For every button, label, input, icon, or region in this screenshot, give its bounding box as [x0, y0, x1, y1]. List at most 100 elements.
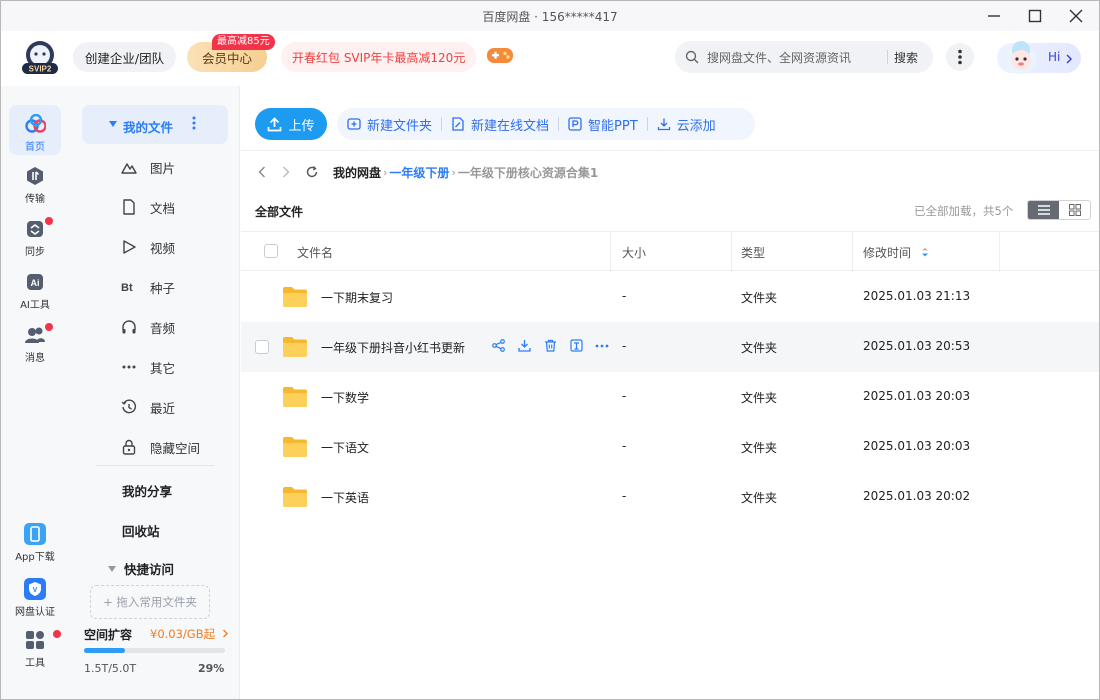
nav-item-my-files[interactable]: 我的文件: [82, 105, 228, 144]
cloud-add-button[interactable]: 云添加: [657, 115, 716, 134]
verify-icon: V: [24, 578, 46, 600]
svg-text:Bt: Bt: [121, 282, 133, 294]
rail-item-ai-tools[interactable]: Ai AI工具: [9, 263, 61, 313]
game-icon[interactable]: [486, 45, 514, 69]
file-modified: 2025.01.03 20:03: [863, 389, 971, 403]
nav-item-recycle-bin[interactable]: 回收站: [122, 521, 160, 540]
search-button[interactable]: 搜索: [894, 49, 918, 66]
nav-item-audio[interactable]: 音频: [120, 315, 175, 339]
trash-icon: [544, 339, 556, 352]
back-arrow-icon[interactable]: [257, 166, 267, 178]
drop-folder-zone[interactable]: + 拖入常用文件夹: [90, 585, 210, 619]
smart-ppt-button[interactable]: 智能PPT: [568, 115, 638, 134]
column-divider[interactable]: [610, 232, 611, 272]
column-type[interactable]: 类型: [741, 244, 765, 261]
nav-item-other[interactable]: 其它: [120, 355, 175, 379]
breadcrumb-parent[interactable]: 一年级下册: [389, 164, 449, 181]
table-row[interactable]: 一年级下册抖音小红书更新 - 文件夹 2025.01.03 20:53: [241, 322, 1099, 372]
share-button[interactable]: [485, 339, 511, 352]
svg-text:V: V: [33, 587, 38, 594]
table-row[interactable]: 一下数学 - 文件夹 2025.01.03 20:03: [241, 372, 1099, 422]
file-type: 文件夹: [741, 441, 778, 455]
delete-button[interactable]: [537, 339, 563, 352]
sort-icon[interactable]: [921, 246, 929, 258]
file-name[interactable]: 一下期末复习: [321, 289, 393, 306]
chevron-right-icon: [1066, 54, 1073, 64]
nav-item-my-share[interactable]: 我的分享: [122, 481, 172, 500]
table-row[interactable]: 一下英语 - 文件夹 2025.01.03 20:02: [241, 472, 1099, 522]
nav-item-images[interactable]: 图片: [120, 155, 175, 179]
nav-item-videos[interactable]: 视频: [120, 235, 175, 259]
nav-divider: [96, 465, 214, 466]
rename-button[interactable]: [563, 339, 589, 352]
download-button[interactable]: [511, 339, 537, 352]
column-divider[interactable]: [731, 232, 732, 272]
toolbar-divider: [441, 117, 443, 131]
table-row[interactable]: 一下期末复习 - 文件夹 2025.01.03 21:13: [241, 272, 1099, 322]
column-divider[interactable]: [999, 232, 1000, 272]
document-icon: [120, 198, 138, 216]
refresh-icon[interactable]: [305, 165, 319, 179]
rail-item-tools[interactable]: 工具: [9, 621, 61, 671]
file-name[interactable]: 一年级下册抖音小红书更新: [321, 339, 465, 356]
torrent-icon: Bt: [120, 278, 138, 296]
svip-avatar[interactable]: SVIP2: [19, 39, 61, 75]
file-category-nav: 我的文件 图片 文档 视频 Bt 种子 音频 其它 最近 隐藏空间 我的分享 回…: [70, 86, 240, 699]
rail-label: 首页: [25, 142, 45, 153]
column-modified[interactable]: 修改时间: [863, 244, 911, 261]
storage-price-link[interactable]: ¥0.03/GB起: [150, 626, 229, 642]
select-all-checkbox[interactable]: [264, 244, 278, 258]
file-name[interactable]: 一下数学: [321, 389, 369, 406]
rail-item-verify[interactable]: V 网盘认证: [9, 570, 61, 620]
chevron-right-icon: [222, 629, 228, 638]
user-profile-button[interactable]: Hi: [997, 41, 1081, 74]
quick-access-toggle[interactable]: 快捷访问: [108, 559, 174, 578]
nav-item-torrents[interactable]: Bt 种子: [120, 275, 175, 299]
nav-item-documents[interactable]: 文档: [120, 195, 175, 219]
svg-text:Ai: Ai: [31, 278, 40, 288]
file-name[interactable]: 一下英语: [321, 489, 369, 506]
nav-item-hidden-space[interactable]: 隐藏空间: [120, 435, 200, 459]
more-actions-button[interactable]: [589, 344, 615, 348]
more-menu-button[interactable]: [946, 43, 974, 71]
rail-item-home[interactable]: 首页: [9, 105, 61, 155]
promo-banner[interactable]: 开春红包 SVIP年卡最高减120元: [281, 42, 477, 72]
kebab-icon[interactable]: [192, 116, 196, 130]
cloud-download-icon: [657, 118, 670, 131]
expand-triangle-icon[interactable]: [109, 121, 117, 127]
storage-expand-title[interactable]: 空间扩容: [84, 626, 132, 643]
audio-icon: [120, 318, 138, 336]
search-input[interactable]: 搜网盘文件、全网资源资讯: [707, 49, 851, 66]
new-folder-button[interactable]: 新建文件夹: [347, 115, 432, 134]
create-team-button[interactable]: 创建企业/团队: [73, 42, 176, 72]
nav-item-recent[interactable]: 最近: [120, 395, 175, 419]
maximize-button[interactable]: [1022, 5, 1048, 27]
column-divider[interactable]: [852, 232, 853, 272]
section-title: 全部文件: [255, 205, 304, 219]
rail-item-sync[interactable]: 同步: [9, 210, 61, 260]
search-bar[interactable]: 搜网盘文件、全网资源资讯 搜索: [675, 41, 933, 73]
upload-button[interactable]: 上传: [255, 108, 327, 140]
rail-item-app-download[interactable]: App下载: [9, 515, 61, 565]
search-icon: [685, 50, 699, 64]
app-window: 百度网盘 · 156*****417 SVIP2 创建企业/团队 会员中心 最高…: [0, 0, 1100, 700]
rail-item-messages[interactable]: 消息: [9, 316, 61, 366]
new-online-doc-button[interactable]: 新建在线文档: [451, 115, 549, 134]
table-row[interactable]: 一下语文 - 文件夹 2025.01.03 20:03: [241, 422, 1099, 472]
close-button[interactable]: [1063, 5, 1089, 27]
rail-item-transfer[interactable]: 传输: [9, 157, 61, 207]
recent-icon: [120, 398, 138, 416]
list-view-button[interactable]: [1028, 201, 1059, 219]
row-checkbox[interactable]: [255, 340, 269, 354]
column-size[interactable]: 大小: [622, 244, 646, 261]
row-actions: [485, 339, 615, 352]
file-modified: 2025.01.03 21:13: [863, 289, 971, 303]
column-name[interactable]: 文件名: [297, 244, 333, 261]
breadcrumb-root[interactable]: 我的网盘: [333, 164, 381, 181]
minimize-button[interactable]: [981, 5, 1007, 27]
forward-arrow-icon[interactable]: [281, 166, 291, 178]
list-view-icon: [1037, 205, 1050, 215]
file-size: -: [622, 389, 627, 403]
grid-view-button[interactable]: [1059, 201, 1090, 219]
file-name[interactable]: 一下语文: [321, 439, 369, 456]
